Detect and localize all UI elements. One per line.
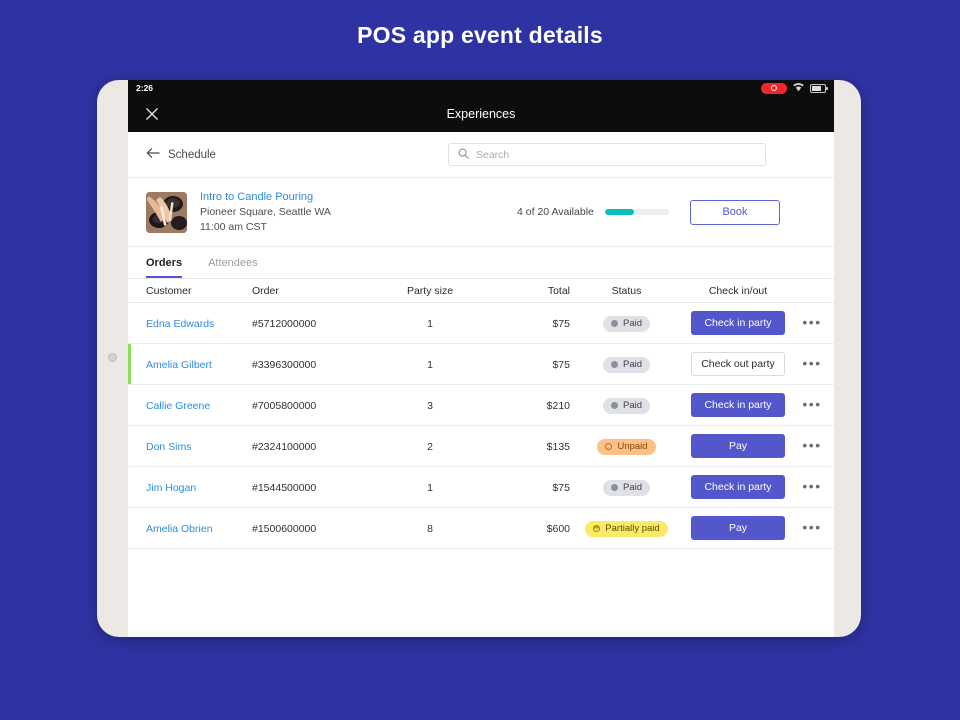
order-number: #7005800000: [252, 400, 317, 412]
page-title: POS app event details: [357, 22, 603, 48]
status-dot-icon: [610, 361, 618, 368]
row-action-button[interactable]: Pay: [691, 434, 785, 458]
event-thumbnail: [146, 191, 187, 233]
status-dot-icon: [610, 320, 618, 327]
row-action-button[interactable]: Check in party: [691, 311, 785, 335]
table-empty-area: [128, 549, 834, 637]
event-title[interactable]: Intro to Candle Pouring: [200, 190, 331, 205]
status-dot-icon: [610, 484, 618, 491]
status-dot-icon: [593, 525, 601, 532]
order-number: #5712000000: [252, 318, 317, 330]
book-button[interactable]: Book: [690, 199, 780, 225]
nav-title: Experiences: [446, 107, 516, 121]
more-options-icon[interactable]: •••: [802, 437, 821, 453]
event-card: Intro to Candle Pouring Pioneer Square, …: [128, 178, 834, 247]
column-header-status: Status: [611, 284, 642, 297]
table-row: Edna Edwards #5712000000 1 $75 Paid Check in …: [128, 303, 834, 344]
status-dot-icon: [610, 402, 618, 409]
row-action-button[interactable]: Check out party: [691, 352, 785, 376]
customer-link[interactable]: Jim Hogan: [146, 482, 196, 494]
arrow-left-icon: [146, 146, 160, 164]
status-badge: Unpaid: [597, 438, 656, 455]
nav-bar: Experiences: [128, 96, 834, 132]
order-total: $75: [552, 318, 570, 330]
wifi-icon: [792, 80, 805, 97]
column-header-customer: Customer: [146, 284, 192, 297]
close-icon[interactable]: [142, 104, 162, 124]
search-icon: [458, 146, 469, 164]
status-bar: 2:26: [128, 80, 834, 96]
column-header-order: Order: [252, 284, 279, 297]
table-row: Don Sims #2324100000 2 $135 Unpaid Pay •••: [128, 426, 834, 467]
availability-bar: [604, 209, 669, 215]
search-input[interactable]: [476, 148, 756, 161]
party-size: 1: [427, 482, 433, 494]
search-box[interactable]: [448, 143, 766, 166]
tab-orders[interactable]: Orders: [146, 257, 183, 278]
event-time: 11:00 am CST: [200, 220, 267, 233]
status-badge: Paid: [602, 315, 650, 332]
order-number: #2324100000: [252, 441, 317, 453]
party-size: 2: [427, 441, 433, 453]
battery-icon: [810, 83, 828, 93]
customer-link[interactable]: Callie Greene: [146, 400, 210, 412]
row-action-button[interactable]: Check in party: [691, 475, 785, 499]
status-badge: Partially paid: [585, 520, 668, 537]
availability-group: 4 of 20 Available: [517, 206, 669, 218]
status-clock: 2:26: [136, 83, 154, 93]
customer-link[interactable]: Edna Edwards: [146, 318, 214, 330]
sub-header: Schedule: [128, 132, 834, 178]
back-to-schedule-link[interactable]: Schedule: [146, 146, 216, 164]
row-action-button[interactable]: Check in party: [691, 393, 785, 417]
table-header-row: Customer Order Party size Total Status C…: [128, 279, 834, 303]
status-icons: [761, 80, 828, 97]
customer-link[interactable]: Amelia Obrien: [146, 523, 213, 535]
orders-table: Customer Order Party size Total Status C…: [128, 279, 834, 549]
order-total: $75: [552, 482, 570, 494]
status-badge: Paid: [602, 397, 650, 414]
record-indicator-icon: [761, 82, 787, 94]
home-button[interactable]: [108, 353, 117, 362]
status-dot-icon: [605, 443, 613, 450]
availability-text: 4 of 20 Available: [517, 206, 594, 218]
table-row: Callie Greene #7005800000 3 $210 Paid Check i…: [128, 385, 834, 426]
order-number: #3396300000: [252, 359, 317, 371]
status-badge: Paid: [602, 479, 650, 496]
order-total: $210: [546, 400, 570, 412]
column-header-check-in-out: Check in/out: [708, 284, 768, 297]
table-row: Jim Hogan #1544500000 1 $75 Paid Check in par…: [128, 467, 834, 508]
column-header-party-size: Party size: [406, 284, 454, 297]
more-options-icon[interactable]: •••: [802, 396, 821, 412]
more-options-icon[interactable]: •••: [802, 478, 821, 494]
column-header-total: Total: [547, 284, 570, 297]
more-options-icon[interactable]: •••: [802, 519, 821, 535]
row-action-button[interactable]: Pay: [691, 516, 785, 540]
table-row: Amelia Gilbert #3396300000 1 $75 Paid Check o…: [128, 344, 834, 385]
event-location: Pioneer Square, Seattle WA: [200, 206, 331, 219]
party-size: 8: [427, 523, 433, 535]
order-number: #1500600000: [252, 523, 317, 535]
order-total: $75: [552, 359, 570, 371]
event-meta: Intro to Candle Pouring Pioneer Square, …: [200, 190, 331, 234]
tab-attendees[interactable]: Attendees: [208, 257, 258, 278]
customer-link[interactable]: Don Sims: [146, 441, 192, 453]
order-number: #1544500000: [252, 482, 317, 494]
table-body: Edna Edwards #5712000000 1 $75 Paid Check in …: [128, 303, 834, 549]
more-options-icon[interactable]: •••: [802, 355, 821, 371]
party-size: 1: [427, 359, 433, 371]
more-options-icon[interactable]: •••: [802, 314, 821, 330]
party-size: 1: [427, 318, 433, 330]
order-total: $600: [546, 523, 570, 535]
customer-link[interactable]: Amelia Gilbert: [146, 359, 212, 371]
device-screen: 2:26 Experiences Schedule Search Intro t…: [128, 80, 834, 637]
table-row: Amelia Obrien #1500600000 8 $600 Partially p…: [128, 508, 834, 549]
tab-bar: Orders Attendees: [128, 247, 834, 279]
back-label: Schedule: [168, 148, 216, 161]
order-total: $135: [546, 441, 570, 453]
status-badge: Paid: [602, 356, 650, 373]
party-size: 3: [427, 400, 433, 412]
